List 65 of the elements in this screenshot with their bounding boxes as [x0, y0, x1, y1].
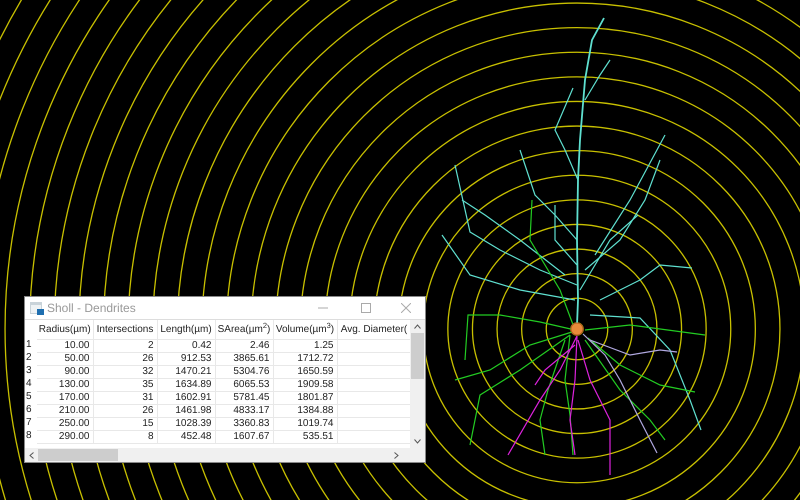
table-cell: 452.48 — [157, 430, 215, 443]
table-cell: 1909.58 — [273, 378, 337, 391]
table-cell: 1634.89 — [157, 378, 215, 391]
scroll-right-icon[interactable] — [394, 452, 399, 458]
column-header[interactable]: Radius(µm) — [37, 320, 93, 339]
vertical-scrollbar[interactable] — [410, 320, 425, 448]
table-cell: 10.00 — [37, 339, 93, 352]
table-cell: 1801.87 — [273, 391, 337, 404]
table-cell: 290.00 — [37, 430, 93, 443]
table-cell: 170.00 — [37, 391, 93, 404]
table-cell: 1712.72 — [273, 352, 337, 365]
row-number: 3 — [25, 365, 37, 378]
table-cell: 8 — [93, 430, 157, 443]
table-cell: 1028.39 — [157, 417, 215, 430]
table-cell: 15 — [93, 417, 157, 430]
table-cell: 1019.74 — [273, 417, 337, 430]
table-cell: 3360.83 — [215, 417, 273, 430]
table-cell: 912.53 — [157, 352, 215, 365]
table-cell: 26 — [93, 352, 157, 365]
row-number: 7 — [25, 417, 37, 430]
table-cell: 6065.53 — [215, 378, 273, 391]
scrollbar-thumb[interactable] — [38, 449, 118, 461]
table-cell: 0.42 — [157, 339, 215, 352]
table-cell: 1470.21 — [157, 365, 215, 378]
row-number: 5 — [25, 391, 37, 404]
table-cell: 32 — [93, 365, 157, 378]
table-cell: 1602.91 — [157, 391, 215, 404]
row-number: 8 — [25, 430, 37, 443]
scroll-down-icon[interactable] — [414, 439, 421, 444]
table-cell: 26 — [93, 404, 157, 417]
table-cell: 5304.76 — [215, 365, 273, 378]
table-cell: 35 — [93, 378, 157, 391]
column-header[interactable]: Volume(µm$^{3}$) — [273, 320, 337, 339]
column-header[interactable]: SArea(µm$^{2}$) — [215, 320, 273, 339]
scroll-up-icon[interactable] — [414, 324, 421, 329]
table-cell: 90.00 — [37, 365, 93, 378]
table-cell: 130.00 — [37, 378, 93, 391]
scroll-left-icon[interactable] — [29, 452, 34, 458]
table-cell: 210.00 — [37, 404, 93, 417]
table-cell: 250.00 — [37, 417, 93, 430]
table-cell: 31 — [93, 391, 157, 404]
app-icon — [30, 302, 44, 314]
table-cell: 1461.98 — [157, 404, 215, 417]
row-number: 1 — [25, 339, 37, 352]
table-cell: 1384.88 — [273, 404, 337, 417]
column-header[interactable]: Intersections — [93, 320, 157, 339]
maximize-icon[interactable] — [361, 303, 371, 313]
table-cell: 3865.61 — [215, 352, 273, 365]
scrollbar-thumb[interactable] — [411, 333, 424, 379]
column-header[interactable]: Length(µm) — [157, 320, 215, 339]
table-cell: 1607.67 — [215, 430, 273, 443]
window-title: Sholl - Dendrites — [47, 300, 136, 317]
row-number: 2 — [25, 352, 37, 365]
table-cell: 1650.59 — [273, 365, 337, 378]
table-cell: 4833.17 — [215, 404, 273, 417]
row-number: 6 — [25, 404, 37, 417]
horizontal-scrollbar[interactable] — [25, 448, 425, 462]
table-cell: 535.51 — [273, 430, 337, 443]
close-icon[interactable] — [401, 303, 411, 313]
table-cell: 2.46 — [215, 339, 273, 352]
row-number: 4 — [25, 378, 37, 391]
table-cell: 50.00 — [37, 352, 93, 365]
table-cell: 2 — [93, 339, 157, 352]
table-cell: 1.25 — [273, 339, 337, 352]
table-cell: 5781.45 — [215, 391, 273, 404]
